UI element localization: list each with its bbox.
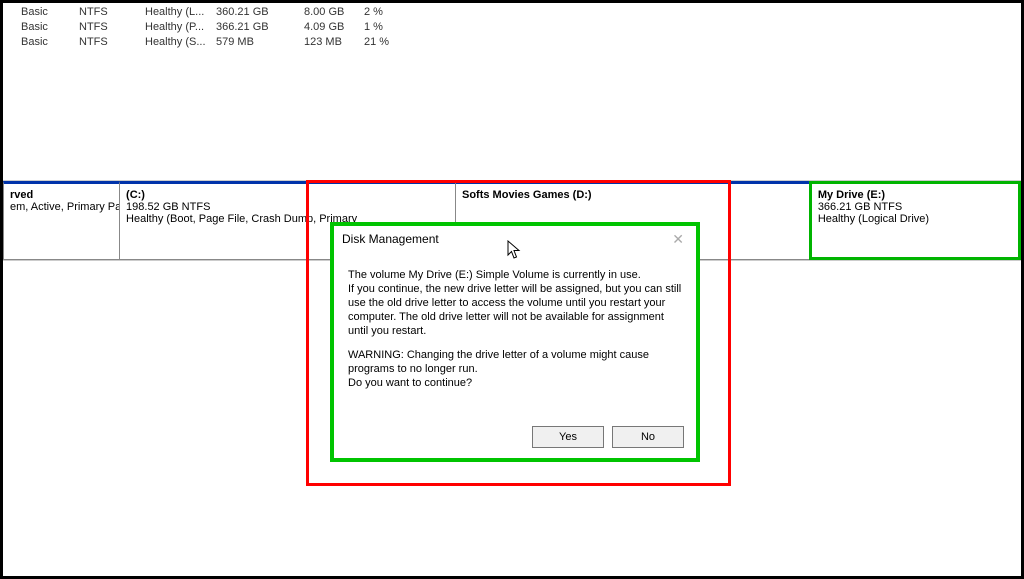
yes-button[interactable]: Yes: [532, 426, 604, 448]
volume-row[interactable]: Basic NTFS Healthy (P... 366.21 GB 4.09 …: [21, 20, 1003, 35]
cell-capacity: 366.21 GB: [216, 20, 304, 35]
partition-size: 198.52 GB NTFS: [126, 201, 449, 213]
dialog-button-row: Yes No: [334, 418, 696, 458]
partition-name: Softs Movies Games (D:): [462, 189, 803, 201]
cell-fs: NTFS: [79, 5, 145, 20]
dialog-text-line1: The volume My Drive (E:) Simple Volume i…: [348, 269, 641, 281]
cell-status: Healthy (S...: [145, 35, 216, 50]
cell-status: Healthy (P...: [145, 20, 216, 35]
partition-system-reserved[interactable]: rved em, Active, Primary Pa: [3, 181, 120, 260]
partition-e-selected[interactable]: My Drive (E:) 366.21 GB NTFS Healthy (Lo…: [809, 181, 1021, 260]
cell-pct: 1 %: [364, 20, 404, 35]
dialog-title: Disk Management: [342, 232, 439, 246]
dialog-text-line2: If you continue, the new drive letter wi…: [348, 283, 681, 337]
cell-status: Healthy (L...: [145, 5, 216, 20]
dialog-warning: WARNING: Changing the drive letter of a …: [348, 349, 649, 375]
cell-free: 4.09 GB: [304, 20, 364, 35]
partition-name: My Drive (E:): [818, 189, 1012, 201]
partition-status: Healthy (Logical Drive): [818, 213, 1012, 225]
cell-layout: Basic: [21, 20, 79, 35]
cell-free: 123 MB: [304, 35, 364, 50]
partition-name: rved: [10, 189, 113, 201]
cell-capacity: 360.21 GB: [216, 5, 304, 20]
close-icon[interactable]: ✕: [668, 232, 688, 246]
cell-fs: NTFS: [79, 35, 145, 50]
volume-row[interactable]: Basic NTFS Healthy (S... 579 MB 123 MB 2…: [21, 35, 1003, 50]
cell-pct: 2 %: [364, 5, 404, 20]
cell-layout: Basic: [21, 35, 79, 50]
partition-status: em, Active, Primary Pa: [10, 201, 113, 213]
confirm-dialog: Disk Management ✕ The volume My Drive (E…: [330, 222, 700, 462]
dialog-body: The volume My Drive (E:) Simple Volume i…: [334, 250, 696, 418]
partition-name: (C:): [126, 189, 449, 201]
cell-capacity: 579 MB: [216, 35, 304, 50]
dialog-confirm-question: Do you want to continue?: [348, 377, 472, 389]
cell-fs: NTFS: [79, 20, 145, 35]
cell-pct: 21 %: [364, 35, 404, 50]
cell-free: 8.00 GB: [304, 5, 364, 20]
volume-list: Basic NTFS Healthy (L... 360.21 GB 8.00 …: [3, 3, 1021, 50]
volume-row[interactable]: Basic NTFS Healthy (L... 360.21 GB 8.00 …: [21, 5, 1003, 20]
cell-layout: Basic: [21, 5, 79, 20]
partition-size: 366.21 GB NTFS: [818, 201, 1012, 213]
dialog-titlebar[interactable]: Disk Management ✕: [334, 226, 696, 250]
no-button[interactable]: No: [612, 426, 684, 448]
